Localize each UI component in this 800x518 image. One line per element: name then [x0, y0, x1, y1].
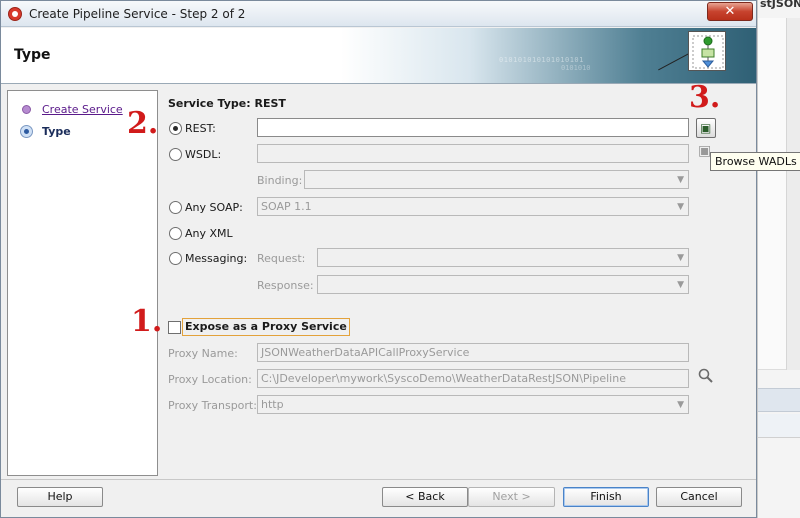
- create-pipeline-service-dialog: Create Pipeline Service - Step 2 of 2 ✕ …: [0, 0, 800, 518]
- any-xml-radio[interactable]: [169, 227, 182, 240]
- window-title: Create Pipeline Service - Step 2 of 2: [29, 7, 246, 21]
- wizard-icon: [688, 31, 726, 71]
- rest-url-field[interactable]: [257, 118, 689, 137]
- annotation-2: 2.: [127, 106, 159, 141]
- browse-wadls-tooltip: Browse WADLs: [710, 152, 800, 171]
- response-select[interactable]: ▼: [317, 275, 689, 294]
- background-toolbar: [758, 388, 800, 412]
- expose-proxy-checkbox[interactable]: [168, 321, 181, 334]
- request-label: Request:: [257, 252, 306, 265]
- proxy-name-value: JSONWeatherDataAPICallProxyService: [261, 346, 470, 359]
- nav-step-label: Type: [42, 125, 71, 138]
- footer-separator: [1, 479, 756, 480]
- background-scrollbar[interactable]: [786, 18, 800, 370]
- wsdl-radio[interactable]: [169, 148, 182, 161]
- proxy-name-label: Proxy Name:: [168, 347, 238, 360]
- step-current-icon: [20, 125, 33, 138]
- back-button[interactable]: < Back: [382, 487, 468, 507]
- background-title-fragment: stJSON: [760, 0, 800, 10]
- proxy-location-label: Proxy Location:: [168, 373, 252, 386]
- request-select[interactable]: ▼: [317, 248, 689, 267]
- finish-button[interactable]: Finish: [563, 487, 649, 507]
- background-field: [758, 414, 800, 438]
- page-title: Type: [14, 47, 51, 63]
- expose-proxy-label[interactable]: Expose as a Proxy Service: [182, 318, 350, 336]
- messaging-radio[interactable]: [169, 252, 182, 265]
- proxy-transport-label: Proxy Transport:: [168, 399, 257, 412]
- title-bar[interactable]: Create Pipeline Service - Step 2 of 2 ✕: [1, 1, 756, 27]
- any-xml-label: Any XML: [185, 227, 233, 240]
- binding-label: Binding:: [257, 174, 303, 187]
- chevron-down-icon: ▼: [677, 202, 684, 212]
- soap-version-select[interactable]: SOAP 1.1 ▼: [257, 197, 689, 216]
- proxy-transport-value: http: [261, 398, 284, 411]
- wizard-step-list: Create Service Type: [7, 90, 158, 476]
- cancel-button[interactable]: Cancel: [656, 487, 742, 507]
- header-binary-decoration: 010101010101010101: [499, 56, 584, 64]
- proxy-name-field[interactable]: JSONWeatherDataAPICallProxyService: [257, 343, 689, 362]
- rest-label: REST:: [185, 122, 216, 135]
- proxy-location-value: C:\JDeveloper\mywork\SyscoDemo\WeatherDa…: [261, 372, 626, 385]
- binding-select[interactable]: ▼: [304, 170, 689, 189]
- annotation-1: 1.: [131, 304, 163, 339]
- wizard-header: Type 010101010101010101 0101010: [1, 28, 756, 84]
- any-soap-radio[interactable]: [169, 201, 182, 214]
- browse-wadl-icon: ▣: [700, 121, 712, 135]
- browse-wadl-button[interactable]: ▣: [696, 118, 716, 138]
- step-visited-icon: [22, 105, 31, 114]
- proxy-transport-select[interactable]: http ▼: [257, 395, 689, 414]
- chevron-down-icon: ▼: [677, 175, 684, 185]
- rest-radio[interactable]: [169, 122, 182, 135]
- close-icon: ✕: [724, 4, 736, 19]
- wsdl-label: WSDL:: [185, 148, 222, 161]
- any-soap-label: Any SOAP:: [185, 201, 243, 214]
- messaging-label: Messaging:: [185, 252, 248, 265]
- annotation-3: 3.: [689, 80, 721, 115]
- soap-version-value: SOAP 1.1: [261, 200, 312, 213]
- app-icon: [8, 7, 22, 21]
- chevron-down-icon: ▼: [677, 400, 684, 410]
- wsdl-url-field[interactable]: [257, 144, 689, 163]
- close-button[interactable]: ✕: [707, 2, 753, 21]
- chevron-down-icon: ▼: [677, 253, 684, 263]
- help-button[interactable]: Help: [17, 487, 103, 507]
- search-icon[interactable]: [698, 368, 714, 388]
- response-label: Response:: [257, 279, 314, 292]
- background-application: stJSON: [757, 0, 800, 518]
- chevron-down-icon: ▼: [677, 280, 684, 290]
- nav-step-label: Create Service: [42, 103, 123, 116]
- header-binary-decoration-2: 0101010: [561, 64, 591, 72]
- proxy-location-field[interactable]: C:\JDeveloper\mywork\SyscoDemo\WeatherDa…: [257, 369, 689, 388]
- service-type-title: Service Type: REST: [168, 97, 286, 110]
- next-button[interactable]: Next >: [468, 487, 555, 507]
